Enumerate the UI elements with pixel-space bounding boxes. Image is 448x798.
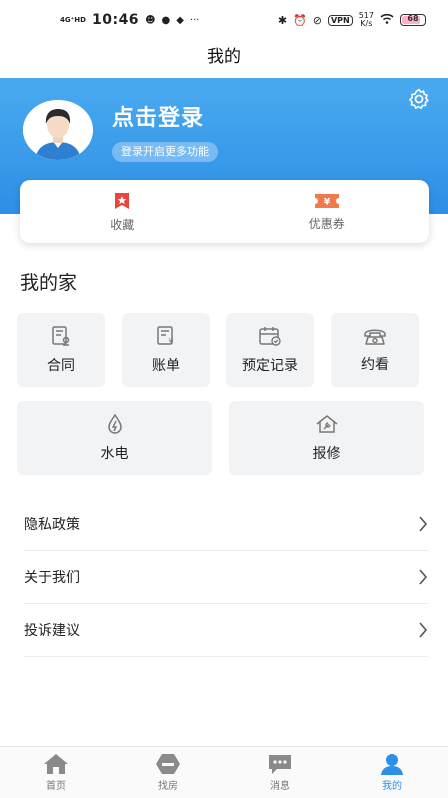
tab-label: 首页 — [46, 781, 66, 792]
vpn-badge: VPN — [327, 14, 353, 26]
notification-icon: ☻ — [145, 14, 156, 26]
menu-item-about-us[interactable]: 关于我们 — [24, 551, 428, 604]
tab-home[interactable]: 首页 — [0, 747, 112, 798]
utilities-card[interactable]: 水电 — [17, 401, 212, 475]
login-subtitle[interactable]: 登录开启更多功能 — [112, 142, 218, 162]
alarm-icon: ⏰ — [293, 13, 307, 27]
chevron-right-icon — [418, 516, 428, 532]
profile-icon — [381, 754, 403, 775]
tab-label: 我的 — [382, 781, 402, 792]
message-icon — [269, 755, 291, 774]
bill-card[interactable]: ¥ 账单 — [122, 313, 210, 387]
menu-item-label: 投诉建议 — [24, 623, 80, 639]
page-title: 我的 — [207, 47, 241, 67]
utilities-icon — [107, 413, 122, 434]
menu-item-label: 隐私政策 — [24, 517, 80, 533]
settings-button[interactable] — [406, 86, 432, 112]
viewing-appointment-card[interactable]: 约看 — [331, 313, 419, 387]
favorites-button[interactable]: 收藏 — [20, 180, 225, 243]
booking-records-label: 预定记录 — [242, 358, 298, 374]
bottom-tab-bar: 首页 找房 消息 我的 — [0, 746, 448, 798]
tab-label: 找房 — [158, 781, 178, 792]
more-icon: ··· — [189, 14, 200, 26]
find-house-icon — [156, 754, 180, 774]
chevron-right-icon — [418, 622, 428, 638]
calendar-icon — [259, 327, 281, 346]
coupon-button[interactable]: ¥ 优惠券 — [225, 180, 430, 243]
my-home-title: 我的家 — [20, 272, 78, 294]
bill-label: 账单 — [152, 358, 180, 374]
wifi-icon — [380, 13, 394, 27]
network-speed: 517 K/s — [358, 11, 374, 28]
repair-icon — [316, 415, 337, 433]
coupon-icon: ¥ — [314, 193, 339, 208]
tab-label: 消息 — [270, 781, 290, 792]
contract-card[interactable]: 合同 — [17, 313, 105, 387]
repair-card[interactable]: 报修 — [229, 401, 424, 475]
contract-label: 合同 — [47, 358, 75, 374]
mute-icon: ⊘ — [312, 13, 322, 27]
menu-item-privacy-policy[interactable]: 隐私政策 — [24, 498, 428, 551]
gear-icon — [409, 88, 429, 109]
home-icon — [44, 754, 68, 774]
avatar[interactable] — [23, 100, 93, 160]
bill-icon: ¥ — [157, 326, 174, 346]
svg-text:¥: ¥ — [168, 337, 173, 346]
menu-item-label: 关于我们 — [24, 570, 80, 586]
status-bar: 4G⁺HD 10:46 ☻ ● ◆ ··· ✱ ⏰ ⊘ VPN 517 K/s 6… — [0, 0, 448, 40]
repair-label: 报修 — [312, 446, 341, 462]
network-indicator: 4G⁺HD — [60, 15, 86, 24]
shield-icon: ◆ — [176, 14, 184, 26]
settings-menu: 隐私政策 关于我们 投诉建议 — [24, 498, 428, 657]
tab-messages[interactable]: 消息 — [224, 747, 336, 798]
svg-text:¥: ¥ — [324, 197, 331, 207]
tab-profile[interactable]: 我的 — [336, 747, 448, 798]
battery-level: 68 — [407, 14, 419, 23]
menu-item-complaints[interactable]: 投诉建议 — [24, 604, 428, 657]
user-avatar-icon — [23, 100, 93, 160]
viewing-appointment-label: 约看 — [361, 357, 389, 373]
quick-actions-card: 收藏 ¥ 优惠券 — [20, 180, 429, 243]
favorites-label: 收藏 — [110, 217, 135, 232]
phone-icon — [364, 329, 386, 345]
tab-find-house[interactable]: 找房 — [112, 747, 224, 798]
login-title[interactable]: 点击登录 — [112, 100, 204, 132]
contract-icon — [52, 326, 70, 346]
bookmark-icon — [115, 192, 130, 209]
bluetooth-icon: ✱ — [277, 13, 288, 27]
booking-records-card[interactable]: 预定记录 — [226, 313, 314, 387]
coupon-label: 优惠券 — [308, 216, 345, 231]
battery-icon: 68 — [400, 14, 426, 26]
chevron-right-icon — [418, 569, 428, 585]
utilities-label: 水电 — [100, 446, 129, 462]
chat-icon: ● — [161, 14, 171, 26]
status-time: 10:46 — [91, 12, 140, 28]
